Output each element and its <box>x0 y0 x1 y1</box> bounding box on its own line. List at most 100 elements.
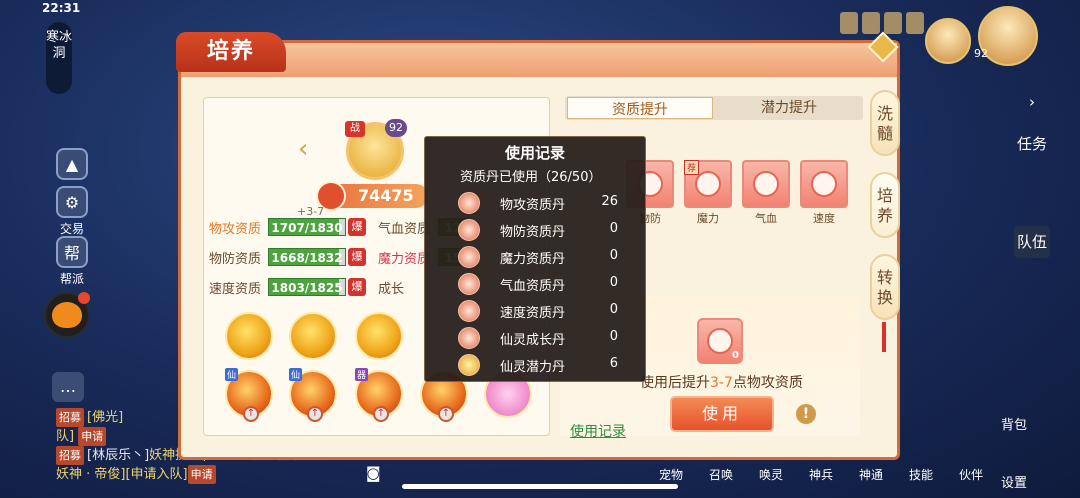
player-level: 92 <box>974 47 988 60</box>
chat-text: 队] <box>56 429 75 444</box>
trade-button[interactable]: ⚙ 交易 <box>50 186 94 237</box>
info-icon[interactable]: ! <box>796 404 816 424</box>
pill-icon <box>458 192 480 214</box>
skill-icon[interactable]: 器 ↑ <box>355 368 403 422</box>
activity-icon-1[interactable] <box>840 12 858 34</box>
camera-icon[interactable]: ◙ <box>366 464 381 482</box>
selected-pill[interactable]: 0 <box>697 318 743 364</box>
task-tab[interactable]: 任务 <box>1014 134 1050 154</box>
team-tab[interactable]: 队伍 <box>1014 226 1050 258</box>
record-row: 速度资质丹 0 <box>458 298 618 322</box>
collapse-button[interactable]: ▲ <box>50 148 94 182</box>
pill-icon <box>458 300 480 322</box>
combat-power: 74475 <box>316 181 428 211</box>
record-name: 魔力资质丹 <box>500 252 566 267</box>
use-button[interactable]: 使用 <box>670 396 774 432</box>
home-indicator[interactable] <box>402 484 678 489</box>
plus-range: +3-7 <box>297 205 325 218</box>
pet-face-icon <box>52 302 82 328</box>
record-name: 气血资质丹 <box>500 279 566 294</box>
chat-button[interactable]: … <box>52 372 84 402</box>
guild-label: 帮派 <box>59 272 84 286</box>
chat-line: 妖神 · 帝俊][申请入队] 申请 <box>56 465 356 484</box>
use-record-link[interactable]: 使用记录 <box>570 421 626 441</box>
chat-text: 妖神 · 帝俊][申请入队] <box>56 467 188 482</box>
activity-icon-2[interactable] <box>862 12 880 34</box>
role-badge: 战 <box>345 121 365 137</box>
record-row: 仙灵潜力丹 6 <box>458 352 618 376</box>
pet-assistant-button[interactable] <box>44 292 90 338</box>
stat-label-phys-def: 物防资质 <box>209 252 262 267</box>
popup-title: 使用记录 <box>504 144 565 162</box>
activity-icon-3[interactable] <box>884 12 902 34</box>
skill-icon[interactable] <box>355 312 403 360</box>
skill-icon[interactable]: 仙 ↑ <box>289 368 337 422</box>
nav-partner[interactable]: 伙伴 <box>946 440 996 498</box>
record-value: 0 <box>609 248 618 263</box>
prev-hero-arrow-icon[interactable]: ‹ <box>298 134 308 164</box>
use-desc-suffix: 点物攻资质 <box>732 375 803 391</box>
power-value: 74475 <box>358 186 414 205</box>
pill-count: 0 <box>732 350 739 361</box>
record-name: 仙灵成长丹 <box>500 333 566 348</box>
pill-item-speed[interactable]: 速度 <box>800 160 848 226</box>
expand-arrow-button[interactable]: › <box>1014 92 1050 112</box>
skill-icon[interactable] <box>289 312 337 360</box>
use-description: 使用后提升3-7点物攻资质 <box>640 372 803 392</box>
side-tab-cultivate[interactable]: 培养 <box>870 172 900 238</box>
skill-icon[interactable]: 仙 ↑ <box>225 368 273 422</box>
record-name: 物防资质丹 <box>500 225 566 240</box>
burst-badge: 爆 <box>348 248 366 266</box>
burst-badge: 爆 <box>348 278 366 296</box>
skill-icon[interactable] <box>225 312 273 360</box>
hero-avatar[interactable]: 战 92 <box>345 119 407 180</box>
tab-potential[interactable]: 潜力提升 <box>715 96 863 120</box>
activity-icon-4[interactable] <box>906 12 924 34</box>
record-row: 气血资质丹 0 <box>458 271 618 295</box>
pill-list: 物防 荐魔力 气血 速度 <box>626 160 848 226</box>
trade-icon: ⚙ <box>56 186 88 218</box>
record-name: 物攻资质丹 <box>500 198 566 213</box>
stat-label-speed: 速度资质 <box>209 282 262 297</box>
backpack-button[interactable]: 背包 <box>996 416 1032 436</box>
record-value: 0 <box>609 329 618 344</box>
clock: 22:31 <box>42 1 81 15</box>
companion-avatar[interactable] <box>925 18 971 64</box>
guild-icon: 帮 <box>56 236 88 268</box>
stat-bar-phys-def: 1668/1832 <box>268 248 346 266</box>
apply-link[interactable]: 申请 <box>187 465 216 484</box>
record-name: 速度资质丹 <box>500 306 566 321</box>
side-tab-wash[interactable]: 洗髓 <box>870 90 900 156</box>
player-avatar[interactable]: 92 <box>974 6 1038 66</box>
stat-label-magic: 魔力资质 <box>378 252 431 267</box>
record-row: 魔力资质丹 0 <box>458 244 618 268</box>
equip-badge: 器 <box>355 368 369 381</box>
panel-header <box>181 43 897 77</box>
side-tab-convert[interactable]: 转换 <box>870 254 900 320</box>
xian-badge: 仙 <box>225 368 239 381</box>
notification-dot <box>78 292 90 304</box>
guild-button[interactable]: 帮 帮派 <box>50 236 94 287</box>
stat-label-growth: 成长 <box>378 282 405 297</box>
pill-icon <box>800 160 848 208</box>
pill-item-hp[interactable]: 气血 <box>742 160 790 226</box>
record-row: 物攻资质丹 26 <box>458 190 618 214</box>
recruit-tag: 招募 <box>56 408 84 427</box>
apply-link[interactable]: 申请 <box>78 427 107 446</box>
chat-sender: [佛光] <box>87 410 124 425</box>
nav-skill[interactable]: 技能 <box>896 440 946 498</box>
upgrade-tabs: 资质提升 潜力提升 <box>565 96 863 120</box>
record-value: 6 <box>609 356 618 371</box>
pill-icon <box>458 354 480 376</box>
upgrade-arrow-icon: ↑ <box>307 406 323 422</box>
pill-item-magic[interactable]: 荐魔力 <box>684 160 732 226</box>
chat-bubble-icon: … <box>60 377 76 396</box>
record-value: 26 <box>601 194 618 209</box>
location-name[interactable]: 寒冰洞 <box>46 22 72 94</box>
tassel-decoration <box>882 322 886 352</box>
settings-button[interactable]: 设置 <box>996 474 1032 494</box>
pill-icon <box>458 327 480 349</box>
pill-icon <box>707 328 733 354</box>
tab-aptitude[interactable]: 资质提升 <box>567 97 713 119</box>
record-value: 0 <box>609 302 618 317</box>
